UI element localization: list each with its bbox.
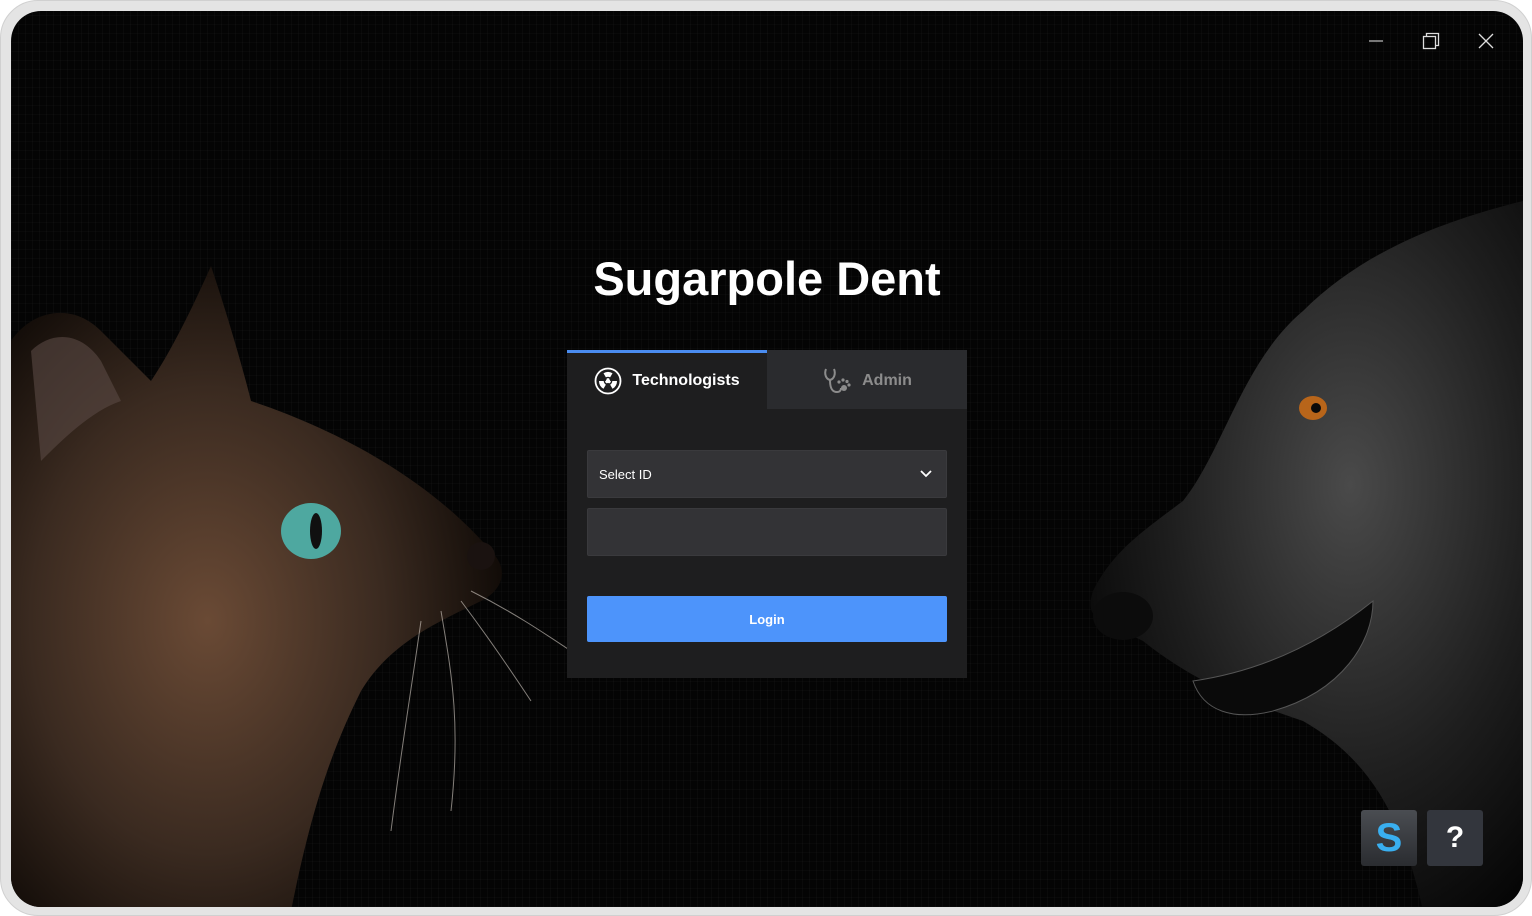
id-select[interactable]: Select ID [587, 450, 947, 498]
minimize-icon [1368, 40, 1383, 42]
login-button[interactable]: Login [587, 596, 947, 642]
help-icon: ? [1445, 821, 1465, 854]
password-field[interactable] [587, 508, 947, 556]
login-tabs: Technologists Admin [567, 350, 967, 409]
close-button[interactable] [1458, 29, 1513, 53]
radiation-icon [594, 367, 622, 395]
restore-button[interactable] [1403, 29, 1458, 53]
cat-image [11, 266, 572, 907]
window-frame: Sugarpole Dent Technologists Admin Selec… [0, 0, 1532, 916]
tab-technologists-label: Technologists [632, 372, 740, 389]
login-panel: Technologists Admin Select ID Login [567, 350, 967, 678]
chevron-down-icon [920, 470, 932, 478]
window-controls [1348, 29, 1513, 53]
tab-admin-label: Admin [862, 372, 912, 389]
s-logo-icon: S [1375, 815, 1403, 860]
tab-admin[interactable]: Admin [767, 350, 967, 409]
restore-icon [1422, 32, 1439, 50]
close-icon [1478, 33, 1493, 49]
minimize-button[interactable] [1348, 29, 1403, 53]
corner-buttons: S ? [1361, 810, 1483, 866]
id-select-value: Select ID [599, 466, 652, 482]
tab-technologists[interactable]: Technologists [567, 350, 767, 409]
app-title: Sugarpole Dent [593, 252, 941, 305]
password-input[interactable] [588, 509, 946, 555]
dog-image [1090, 201, 1523, 907]
sugarpole-s-button[interactable]: S [1361, 810, 1417, 866]
help-button[interactable]: ? [1427, 810, 1483, 866]
stethoscope-paw-icon [824, 368, 851, 394]
app-window: Sugarpole Dent Technologists Admin Selec… [11, 11, 1523, 907]
